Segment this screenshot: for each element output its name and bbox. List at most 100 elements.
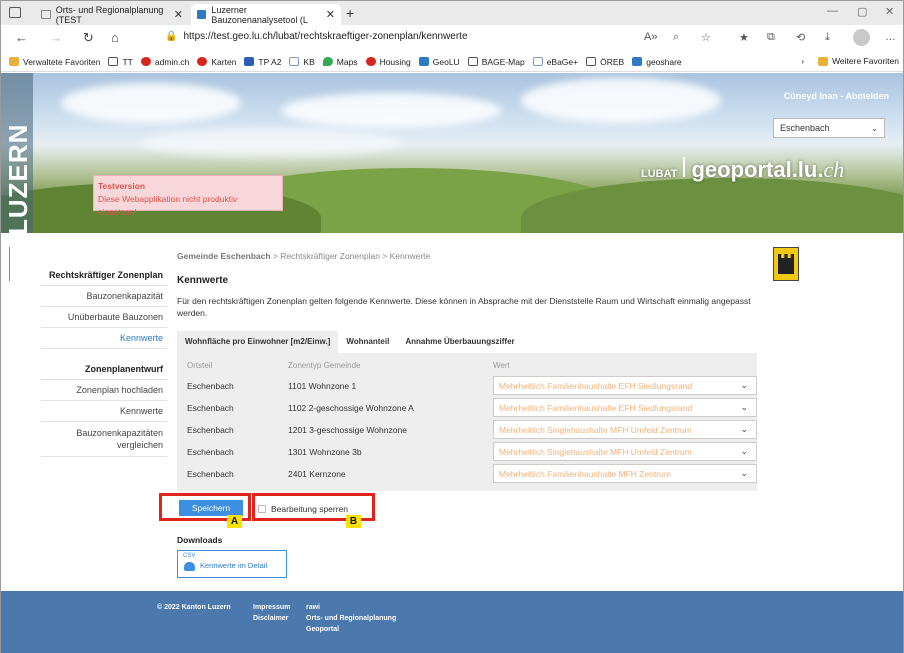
page-icon [289,57,300,66]
lock-icon: 🔒 [165,31,178,42]
wert-select[interactable]: Mehrheitlich Familienhaushalte MFH Zentr… [493,464,757,483]
page-icon [532,57,543,66]
zonentyp-cell: 2401 Kernzone [288,469,346,479]
favorite-item[interactable]: Verwaltete Favoriten [9,57,100,67]
swiss-shield-icon [365,57,376,66]
footer-rawi-link[interactable]: rawi [306,602,320,613]
gemeinde-select[interactable]: Eschenbach ⌄ [773,118,885,138]
favorite-label: KB [303,56,315,67]
tab-ueberbauungsziffer[interactable]: Annahme Überbauungsziffer [397,331,522,353]
favorite-item[interactable]: admin.ch [140,57,189,67]
footer-geoportal-link[interactable]: Geoportal [306,624,339,635]
favorite-item[interactable]: ÖREB [586,57,624,67]
close-icon[interactable]: ✕ [174,8,183,21]
footer-impressum-link[interactable]: Impressum [253,602,290,613]
wert-value: Mehrheitlich Familienhaushalte MFH Zentr… [499,469,671,479]
favorite-label: Verwaltete Favoriten [23,56,101,67]
favorite-item[interactable]: TP A2 [244,57,281,67]
wert-select[interactable]: Mehrheitlich Familienhaushalte EFH Siedl… [493,398,757,417]
zonentyp-cell: 1201 3-geschossige Wohnzone [288,425,407,435]
favorite-item[interactable]: BAGE-Map [467,57,525,67]
zoom-icon[interactable]: ⌕ [673,31,679,44]
favorite-item[interactable]: KB [289,56,315,67]
collections-icon[interactable]: ⧉ [767,31,775,44]
csv-label: CSV [183,553,196,559]
sidebar-item-bauzonenkapazitaeten-vergleichen[interactable]: Bauzonenkapazitäten vergleichen [41,422,167,457]
download-kennwerte-button[interactable]: CSV Kennwerte im Detail [177,550,287,578]
tab-orts-regionalplanung[interactable]: Orts- und Regionalplanung (TEST ✕ [35,4,189,25]
download-icon[interactable]: ⤓ [825,31,830,44]
footer-orp-link[interactable]: Orts- und Regionalplanung [306,613,396,624]
page-icon [467,57,478,66]
tab-label: Luzerner Bauzonenanalysetool (L [211,4,308,25]
sidebar-item-unueberbaute-bauzonen[interactable]: Unüberbaute Bauzonen [41,307,167,328]
wert-select[interactable]: Mehrheitlich Familienhaushalte EFH Siedl… [493,376,757,395]
sidebar-toggle-icon[interactable] [9,7,21,18]
lubat-favicon [197,10,207,19]
favorite-item[interactable]: Maps [322,56,358,67]
favorite-item[interactable]: geoshare [632,57,682,67]
browser-window: Orts- und Regionalplanung (TEST ✕ Luzern… [0,0,904,653]
home-icon[interactable]: ⌂ [111,30,119,45]
sharepoint-icon [244,57,255,66]
history-icon[interactable]: ⟲ [796,31,805,44]
footer-disclaimer-link[interactable]: Disclaimer [253,613,288,624]
sidebar-item-kennwerte[interactable]: Kennwerte [41,328,167,349]
favorite-label: Housing [379,56,411,67]
favorite-item[interactable]: eBaGe+ [532,57,578,67]
download-label: Kennwerte im Detail [200,561,268,570]
favorite-item[interactable]: TT [108,57,133,67]
sidebar-item-zonenplan-hochladen[interactable]: Zonenplan hochladen [41,380,167,401]
wert-select[interactable]: Mehrheitlich Singlehaushalte MFH Umfeld … [493,442,757,461]
url-field[interactable]: 🔒 https://test.geo.lu.ch/lubat/rechtskrae… [165,31,468,42]
favorite-label: Karten [211,56,237,67]
breadcrumb-path: > Rechtskräftiger Zonenplan > Kennwerte [270,251,431,261]
tab-wohnflaeche[interactable]: Wohnfläche pro Einwohner [m2/Einw.] [177,331,339,353]
close-window-icon[interactable]: ✕ [885,5,894,18]
maximize-icon[interactable]: ▢ [857,5,867,18]
chevron-right-icon[interactable]: › [801,56,804,66]
read-aloud-icon[interactable]: A» [644,31,657,43]
chevron-down-icon: ⌄ [740,468,748,478]
ortsteil-cell: Eschenbach [187,469,234,479]
url-text: https://test.geo.lu.ch/lubat/rechtskraef… [183,31,468,42]
user-logout-link[interactable]: Cüneyd Inan - Abmelden [784,91,889,101]
sidebar-item-entwurf-kennwerte[interactable]: Kennwerte [41,401,167,422]
page-description: Für den rechtskräftigen Zonenplan gelten… [177,296,751,318]
reload-icon[interactable]: ↻ [83,30,94,46]
favorites-icon[interactable]: ★ [739,31,749,44]
favorite-star-icon[interactable]: ☆ [701,31,711,44]
more-icon[interactable]: … [885,31,896,43]
favorite-item[interactable]: Karten [197,57,236,67]
banner-cloud [521,78,721,123]
breadcrumb: Gemeinde Eschenbach > Rechtskräftiger Zo… [177,251,430,261]
page-icon [108,57,119,66]
eschenbach-crest-icon [773,247,799,281]
tab-lubat[interactable]: Luzerner Bauzonenanalysetool (L ✕ [191,4,341,25]
column-header: Ortsteil [187,361,213,370]
profile-avatar[interactable] [853,29,870,46]
sidebar-item-bauzonenkapazitaet[interactable]: Bauzonenkapazität [41,286,167,307]
minimize-icon[interactable]: — [827,5,838,17]
geoshare-icon [632,57,643,66]
geolu-icon [418,57,429,66]
wert-select[interactable]: Mehrheitlich Singlehaushalte MFH Umfeld … [493,420,757,439]
ortsteil-cell: Eschenbach [187,403,234,413]
favorite-item[interactable]: Housing [365,56,411,67]
lubat-label: LUBAT [641,168,678,180]
tab-wohnanteil[interactable]: Wohnanteil [338,331,397,353]
marker-a: A [227,515,242,528]
breadcrumb-gemeinde[interactable]: Gemeinde Eschenbach [177,251,271,261]
back-icon[interactable]: ← [15,30,28,45]
side-strip [9,247,17,281]
new-tab-icon[interactable]: + [346,5,354,21]
more-favorites[interactable]: › Weitere Favoriten [801,56,899,66]
forward-icon[interactable]: → [49,30,62,45]
close-icon[interactable]: ✕ [326,8,335,21]
favorite-item[interactable]: GeoLU [418,57,460,67]
favorite-label: Maps [336,56,358,67]
swiss-shield-icon [140,57,151,66]
page-icon [586,57,597,66]
banner-cloud [281,93,501,128]
table-row: Eschenbach 1201 3-geschossige Wohnzone M… [177,420,757,440]
